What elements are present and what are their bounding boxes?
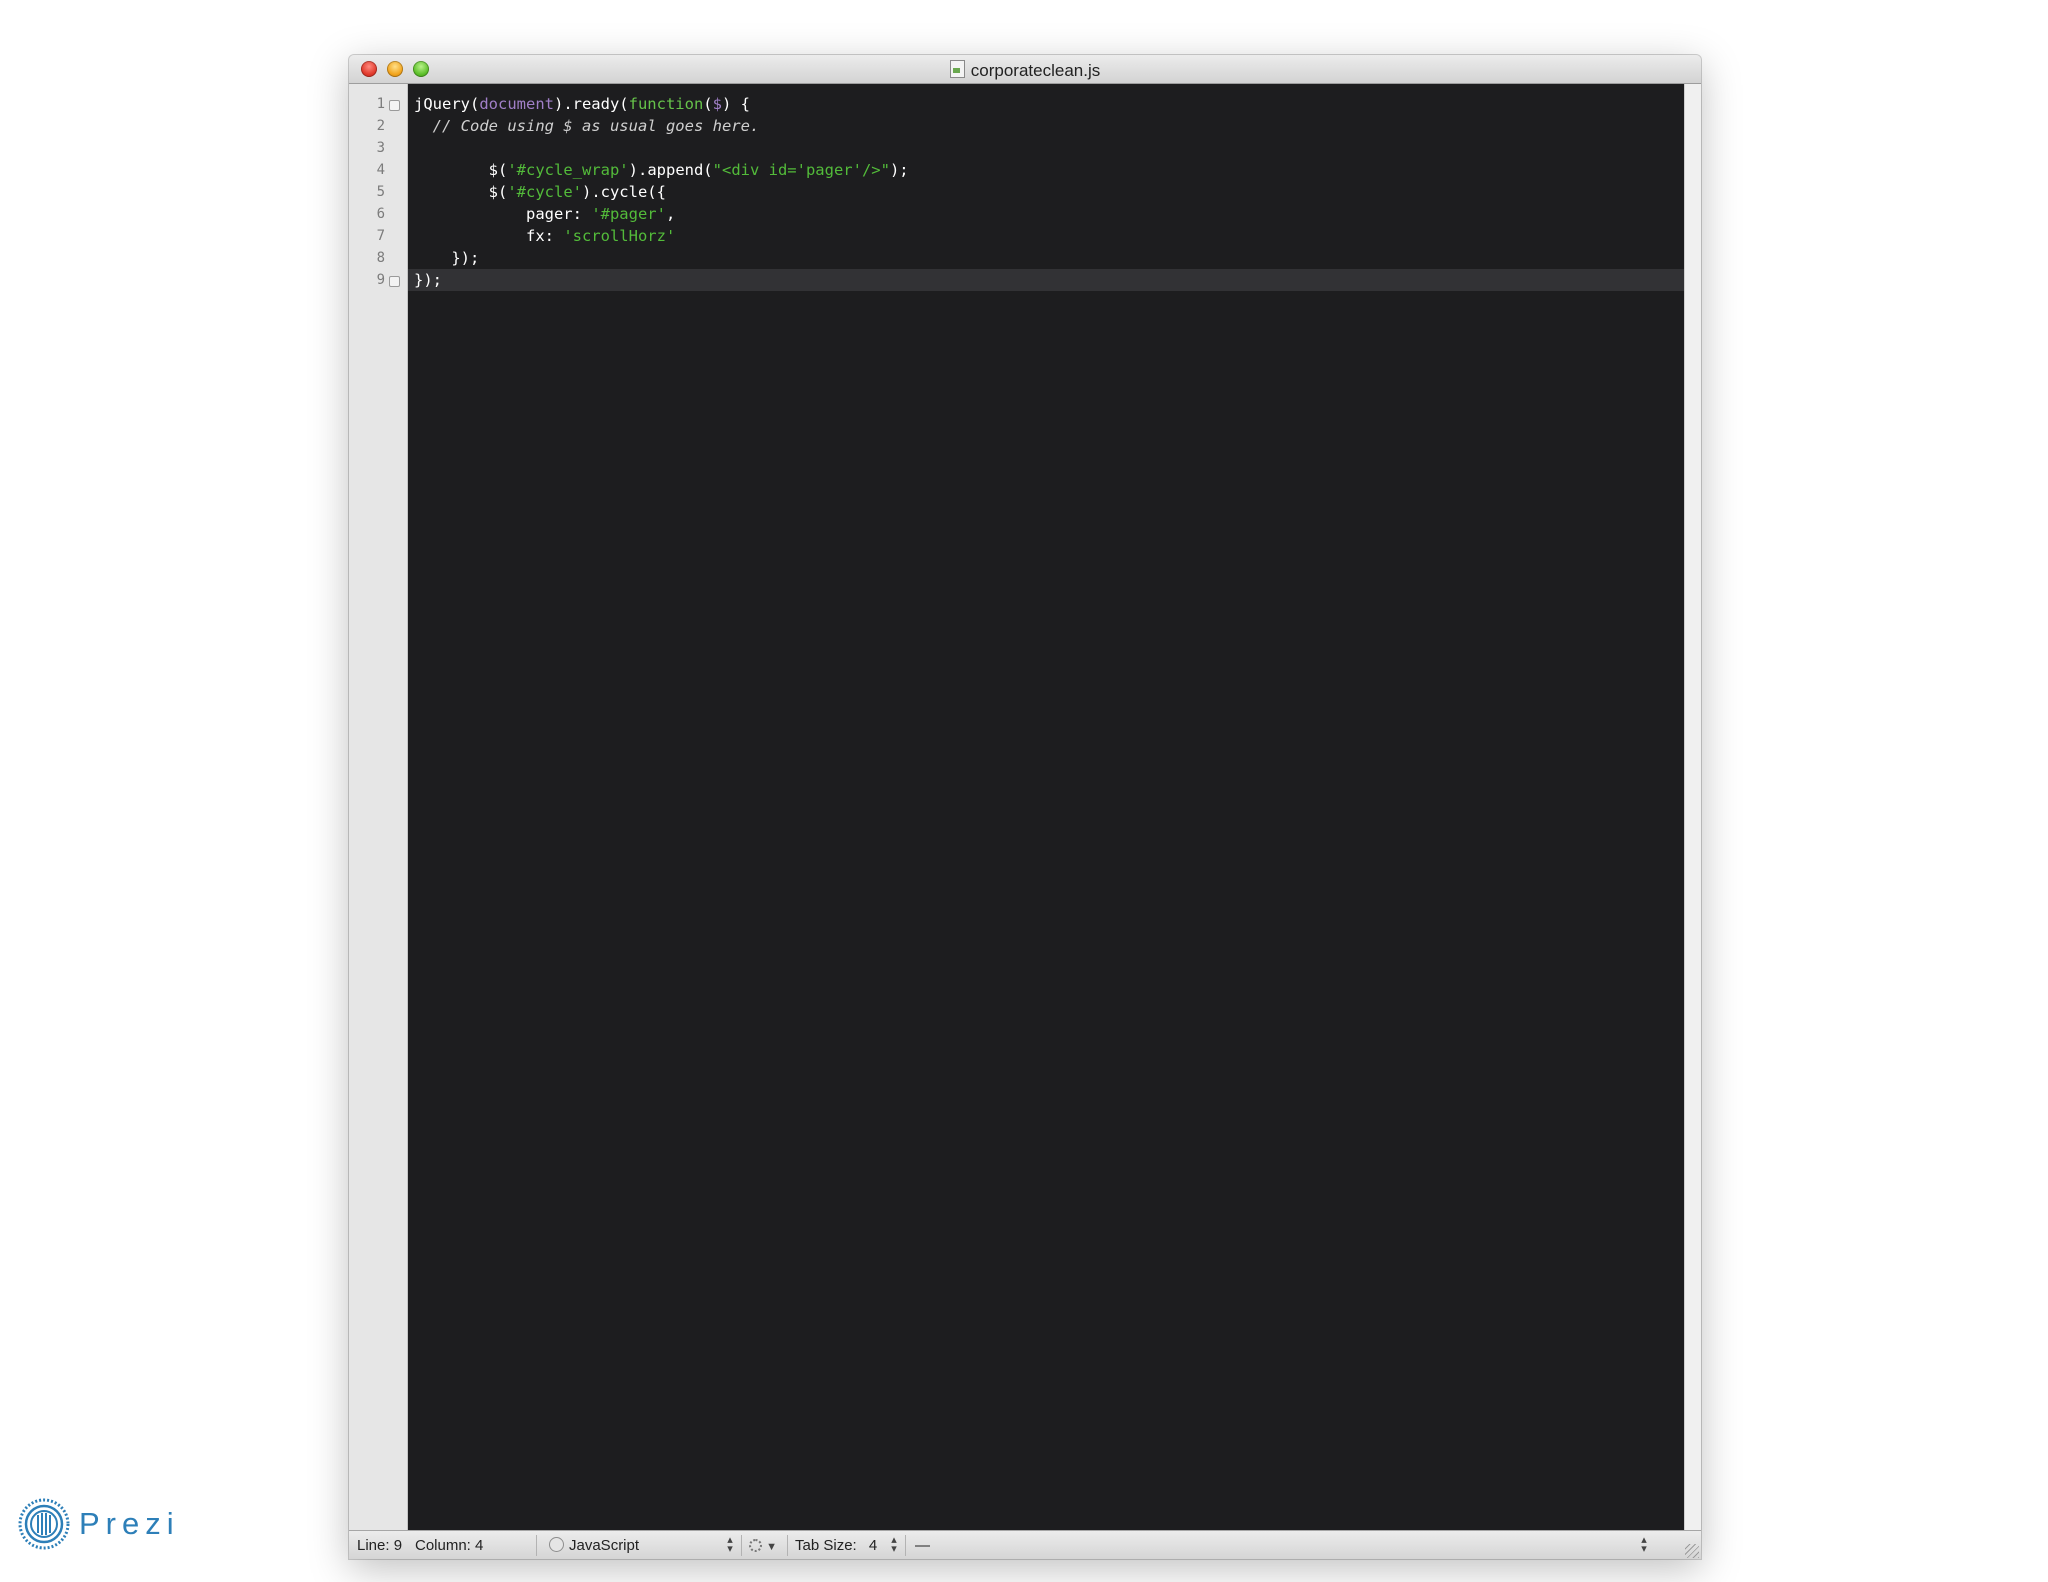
code-token: ) { (721, 95, 750, 113)
code-token: function (628, 95, 704, 113)
prezi-wordmark: Prezi (79, 1506, 180, 1541)
code-token: '#pager' (591, 205, 666, 223)
tab-size-value: 4 (868, 1537, 878, 1554)
language-label: JavaScript (569, 1537, 640, 1554)
prezi-icon (18, 1498, 70, 1550)
language-selector[interactable]: JavaScript (549, 1537, 639, 1554)
line-number: 1 (376, 96, 385, 112)
gear-icon (749, 1539, 762, 1552)
code-token: $( (414, 161, 508, 179)
status-bar: Line: 9 Column: 4 JavaScript ▴ ▾ ▼ Tab Si… (349, 1530, 1701, 1559)
editor-window: corporateclean.js 1 2 3 4 5 6 7 8 9 jQuery(docum… (349, 55, 1701, 1559)
column-indicator: Column: 4 (415, 1537, 483, 1554)
code-line[interactable]: // Code using $ as usual goes here. (414, 115, 760, 137)
title-bar[interactable]: corporateclean.js (349, 55, 1701, 84)
line-number: 6 (376, 206, 385, 222)
code-editor[interactable]: jQuery(document).ready(function($) { // … (408, 84, 1684, 1530)
code-line[interactable]: $('#cycle').cycle({ (414, 181, 666, 203)
status-divider (741, 1535, 742, 1556)
code-token: document (479, 95, 554, 113)
line-number: 7 (376, 228, 385, 244)
line-number: 2 (376, 118, 385, 134)
language-icon (549, 1537, 564, 1552)
line-number: 4 (376, 162, 385, 178)
code-line[interactable]: }); (414, 269, 442, 291)
code-line[interactable]: jQuery(document).ready(function($) { (414, 93, 750, 115)
code-token: // Code using $ as usual goes here. (414, 117, 760, 135)
line-number: 5 (376, 184, 385, 200)
vertical-scrollbar[interactable] (1684, 84, 1701, 1530)
fold-toggle-icon[interactable] (389, 276, 400, 287)
symbol-updown-icon[interactable]: ▴ ▾ (1639, 1535, 1649, 1555)
code-token: ); (889, 161, 909, 179)
column-label: Column: (415, 1537, 471, 1554)
code-token: '#cycle_wrap' (507, 161, 629, 179)
line-number: 8 (376, 250, 385, 266)
window-title-text: corporateclean.js (970, 61, 1101, 80)
code-line[interactable]: pager: '#pager', (414, 203, 675, 225)
tab-size-selector[interactable]: Tab Size: 4 (795, 1537, 877, 1554)
line-number: 9 (376, 272, 385, 288)
line-number: 3 (376, 140, 385, 156)
fold-toggle-icon[interactable] (389, 100, 400, 111)
code-token: ).append( (628, 161, 713, 179)
window-title: corporateclean.js (349, 60, 1701, 81)
code-token: $( (414, 183, 508, 201)
code-token: '#cycle' (507, 183, 582, 201)
code-token: $ (712, 95, 722, 113)
code-token: }); (414, 249, 480, 267)
code-token: , (665, 205, 676, 223)
status-divider (787, 1535, 788, 1556)
resize-grip-icon[interactable] (1685, 1544, 1699, 1558)
column-value: 4 (475, 1537, 484, 1554)
tab-size-updown-icon[interactable]: ▴ ▾ (889, 1535, 899, 1555)
screen: corporateclean.js 1 2 3 4 5 6 7 8 9 jQuery(docum… (0, 0, 2048, 1582)
symbol-value: — (915, 1537, 930, 1554)
code-line[interactable]: }); (414, 247, 479, 269)
code-token: }); (414, 271, 442, 289)
line-number-gutter[interactable]: 1 2 3 4 5 6 7 8 9 (349, 84, 408, 1530)
line-indicator: Line: 9 (357, 1537, 402, 1554)
code-token: fx: (414, 227, 564, 245)
code-token: 'scrollHorz' (563, 227, 676, 245)
settings-menu[interactable]: ▼ (749, 1537, 777, 1554)
line-label: Line: (357, 1537, 390, 1554)
line-value: 9 (393, 1537, 403, 1554)
code-line[interactable]: $('#cycle_wrap').append("<div id='pager'… (414, 159, 909, 181)
current-line-highlight (408, 269, 1684, 291)
status-divider (905, 1535, 906, 1556)
code-token: ( (703, 95, 713, 113)
code-token: ).cycle({ (581, 183, 666, 201)
tab-size-label: Tab Size: (795, 1537, 857, 1554)
symbol-popup[interactable]: — (915, 1537, 930, 1554)
language-updown-icon[interactable]: ▴ ▾ (725, 1535, 735, 1555)
status-divider (536, 1535, 537, 1556)
code-token: pager: (414, 205, 592, 223)
code-line[interactable]: fx: 'scrollHorz' (414, 225, 675, 247)
code-token: "<div id='pager'/>" (712, 161, 890, 179)
document-icon (949, 60, 965, 78)
chevron-down-icon: ▼ (766, 1541, 778, 1553)
code-token: jQuery( (414, 95, 480, 113)
code-token: ).ready( (553, 95, 629, 113)
